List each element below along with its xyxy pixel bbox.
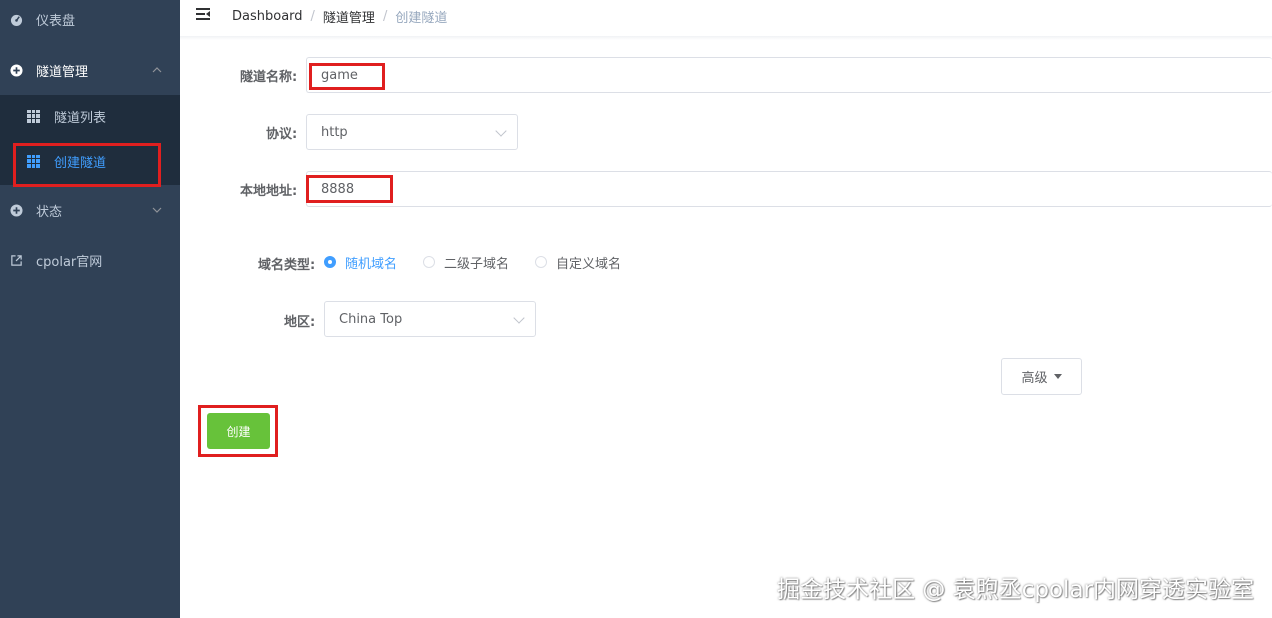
grid-icon — [27, 154, 40, 168]
breadcrumb-tunnel-management[interactable]: 隧道管理 — [323, 7, 375, 26]
protocol-value: http — [321, 124, 348, 140]
breadcrumb-separator: / — [382, 9, 388, 24]
region-label: 地区: — [284, 315, 316, 330]
advanced-button[interactable]: 高级 — [1001, 358, 1082, 395]
breadcrumb: Dashboard / 隧道管理 / 创建隧道 — [232, 7, 447, 26]
local-address-value: 8888 — [321, 181, 355, 197]
external-link-icon — [9, 253, 23, 267]
create-button-label: 创建 — [226, 424, 251, 439]
radio-circle — [535, 256, 548, 268]
region-value: China Top — [339, 311, 403, 327]
sidebar-item-dashboard[interactable]: 仪表盘 — [0, 0, 180, 44]
breadcrumb-create-tunnel: 创建隧道 — [395, 11, 448, 26]
radio-label: 二级子域名 — [444, 256, 510, 272]
sidebar-item-label: 状态 — [36, 204, 63, 220]
hamburger-icon[interactable] — [196, 8, 210, 20]
sidebar-item-tunnel-management[interactable]: 隧道管理 — [0, 45, 180, 95]
advanced-button-label: 高级 — [1021, 371, 1048, 386]
chevron-down-icon — [513, 312, 525, 324]
protocol-label: 协议: — [266, 127, 298, 142]
grid-icon — [27, 109, 40, 123]
radio-random-domain[interactable]: 随机域名 — [324, 253, 397, 272]
dashboard-icon — [9, 12, 23, 26]
header-divider — [180, 36, 1272, 40]
chevron-up-icon — [152, 65, 162, 76]
tunnel-name-value: game — [321, 67, 358, 83]
breadcrumb-dashboard[interactable]: Dashboard — [232, 9, 303, 24]
plus-circle-icon — [9, 203, 23, 217]
caret-down-icon — [1053, 372, 1062, 382]
chevron-down-icon — [495, 125, 507, 137]
sidebar-item-label: 隧道列表 — [54, 110, 107, 126]
sidebar-item-label: 仪表盘 — [36, 13, 76, 29]
domain-type-label: 域名类型: — [258, 258, 316, 273]
breadcrumb-separator: / — [310, 9, 315, 24]
domain-type-radio-group: 随机域名 二级子域名 自定义域名 — [324, 253, 647, 272]
tunnel-name-input[interactable]: game — [306, 57, 1272, 93]
protocol-select[interactable]: http — [306, 114, 518, 150]
radio-label: 自定义域名 — [556, 256, 622, 272]
sidebar-item-label: 隧道管理 — [36, 64, 89, 80]
sidebar-item-status[interactable]: 状态 — [0, 185, 180, 235]
sidebar-item-label: cpolar官网 — [36, 254, 103, 270]
local-address-label: 本地地址: — [240, 184, 298, 199]
create-button[interactable]: 创建 — [207, 413, 270, 449]
sidebar-item-create-tunnel[interactable]: 创建隧道 — [0, 139, 180, 183]
sidebar: 仪表盘 隧道管理 隧道列表 创建隧道 状态 cpolar官网 — [0, 0, 180, 618]
chevron-down-icon — [152, 205, 162, 216]
radio-circle — [423, 256, 436, 268]
region-select[interactable]: China Top — [324, 301, 536, 337]
radio-subdomain[interactable]: 二级子域名 — [423, 253, 509, 272]
plus-circle-icon — [9, 63, 23, 77]
radio-label: 随机域名 — [345, 256, 398, 272]
sidebar-item-cpolar-website[interactable]: cpolar官网 — [0, 235, 180, 285]
navbar: Dashboard / 隧道管理 / 创建隧道 — [180, 0, 1272, 32]
radio-circle — [324, 256, 336, 268]
sidebar-item-label: 创建隧道 — [54, 155, 107, 171]
sidebar-item-tunnel-list[interactable]: 隧道列表 — [0, 94, 180, 138]
tunnel-name-label: 隧道名称: — [240, 70, 298, 85]
local-address-input[interactable]: 8888 — [306, 171, 1272, 207]
radio-custom-domain[interactable]: 自定义域名 — [535, 253, 621, 272]
watermark: 掘金技术社区 @ 袁煦丞cpolar内网穿透实验室 — [777, 577, 1254, 603]
